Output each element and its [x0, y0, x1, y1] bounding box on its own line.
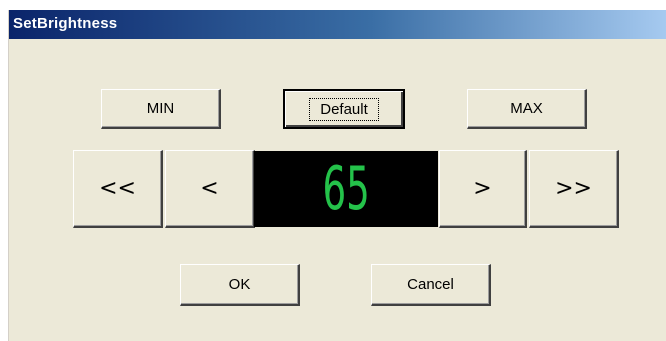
fast-decrease-button[interactable]: << — [73, 150, 163, 228]
min-button-label: MIN — [146, 100, 175, 117]
max-button[interactable]: MAX — [467, 89, 587, 129]
title-bar[interactable]: SetBrightness — [9, 10, 666, 39]
brightness-value: 65 — [322, 154, 370, 224]
cancel-button[interactable]: Cancel — [371, 264, 491, 306]
cancel-button-label: Cancel — [407, 276, 454, 293]
brightness-display: 65 — [254, 151, 438, 227]
increase-label: > — [473, 176, 492, 201]
ok-button-label: OK — [228, 276, 251, 293]
fast-increase-button[interactable]: >> — [529, 150, 619, 228]
default-button-label: Default — [309, 97, 379, 121]
ok-button[interactable]: OK — [180, 264, 300, 306]
decrease-button[interactable]: < — [165, 150, 255, 228]
fast-increase-label: >> — [555, 176, 592, 201]
default-button[interactable]: Default — [283, 89, 405, 129]
min-button[interactable]: MIN — [101, 89, 221, 129]
increase-button[interactable]: > — [439, 150, 527, 228]
max-button-label: MAX — [510, 100, 543, 117]
decrease-label: < — [200, 176, 219, 201]
fast-decrease-label: << — [99, 176, 136, 201]
window-title: SetBrightness — [13, 15, 118, 32]
set-brightness-dialog: SetBrightness MIN Default MAX << < 65 > … — [8, 10, 666, 341]
